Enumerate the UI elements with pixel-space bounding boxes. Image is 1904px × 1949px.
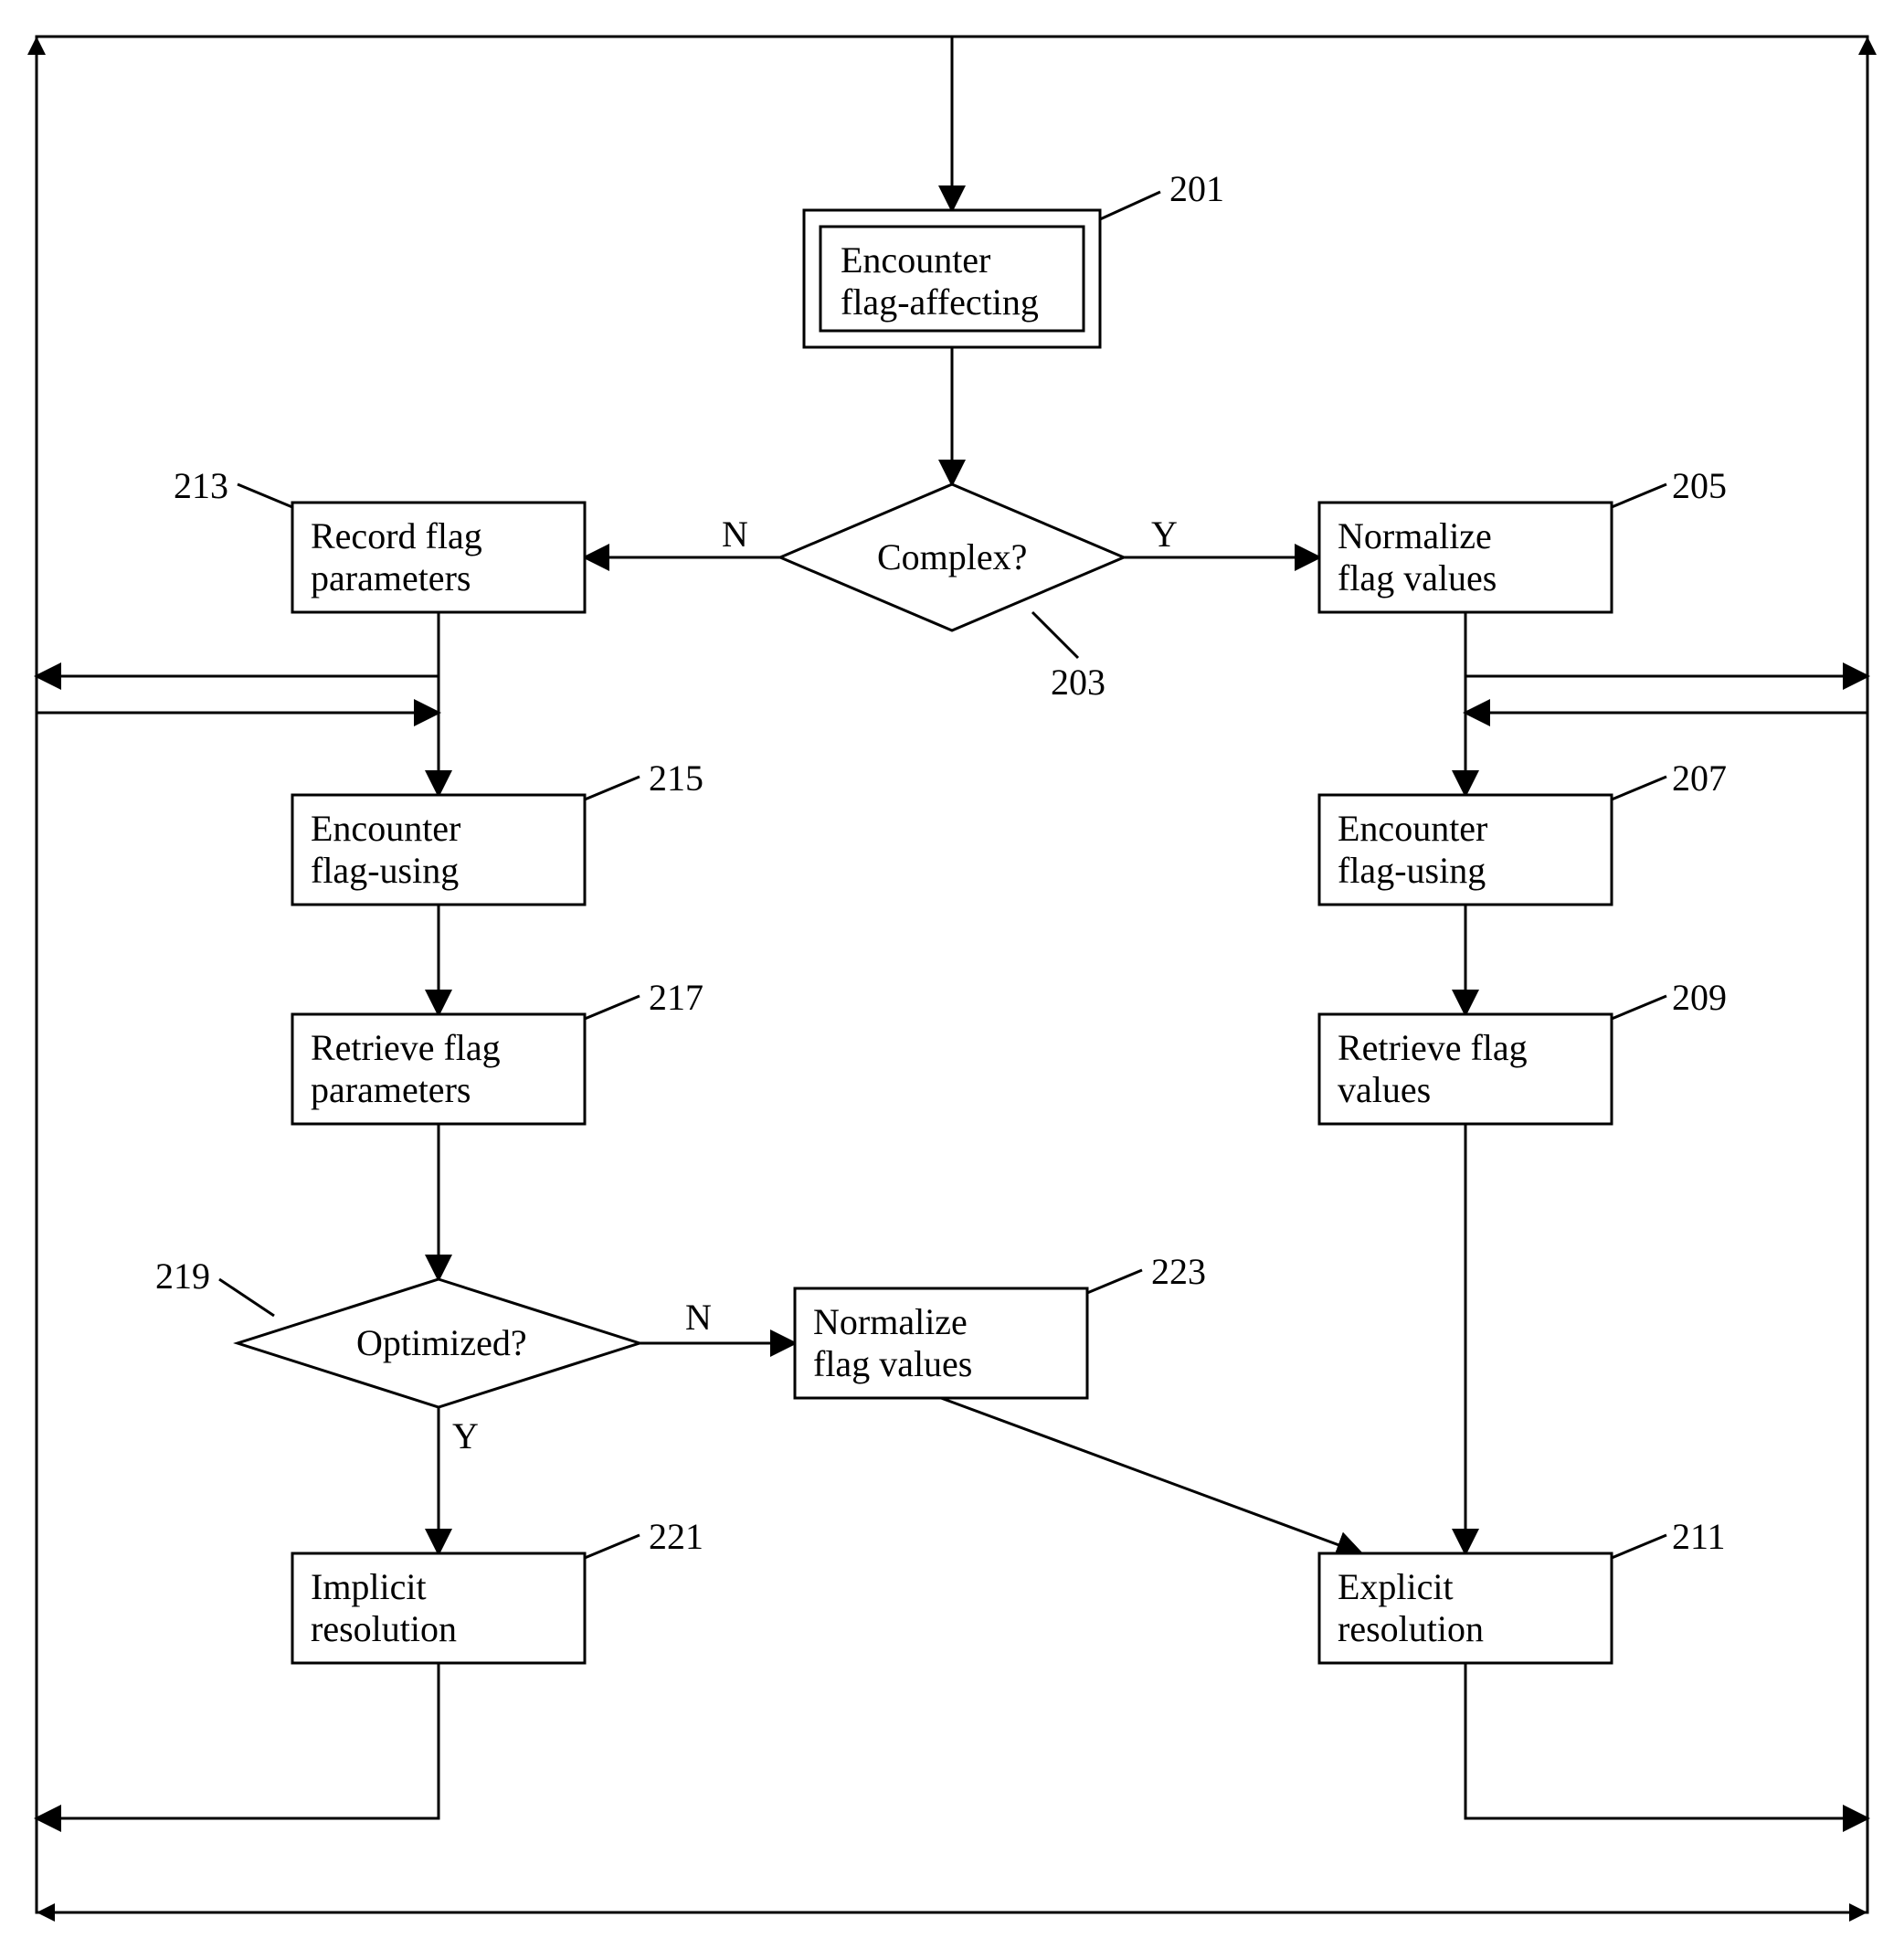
n217-label1: Retrieve flag [311, 1027, 501, 1068]
node-223: Normalize flag values 223 [795, 1251, 1206, 1398]
n201-ref: 201 [1169, 168, 1224, 209]
n215-ref: 215 [649, 757, 703, 799]
node-213: Record flag parameters 213 [174, 465, 585, 612]
n205-label2: flag values [1338, 557, 1497, 598]
n201-label2: flag-affecting [841, 281, 1039, 323]
n223-label1: Normalize [813, 1301, 968, 1342]
node-203-decision: Complex? 203 [780, 484, 1124, 703]
n203-ref: 203 [1051, 662, 1105, 703]
node-209: Retrieve flag values 209 [1319, 977, 1727, 1124]
n215-label2: flag-using [311, 850, 459, 891]
node-211: Explicit resolution 211 [1319, 1516, 1726, 1663]
n213-ref: 213 [174, 465, 228, 506]
node-205: Normalize flag values 205 [1319, 465, 1727, 612]
n211-ref: 211 [1672, 1516, 1726, 1557]
n205-ref: 205 [1672, 465, 1727, 506]
node-201: Encounter flag-affecting 201 [804, 168, 1224, 347]
n223-ref: 223 [1151, 1251, 1206, 1292]
n217-ref: 217 [649, 977, 703, 1018]
node-207: Encounter flag-using 207 [1319, 757, 1727, 905]
arrow-211-return [1465, 1663, 1867, 1818]
arrowhead-bottom-left [37, 1903, 55, 1922]
flowchart-diagram: Encounter flag-affecting 201 Complex? 20… [0, 0, 1904, 1949]
n221-label2: resolution [311, 1608, 457, 1649]
node-221: Implicit resolution 221 [292, 1516, 703, 1663]
n213-label1: Record flag [311, 515, 482, 556]
node-217: Retrieve flag parameters 217 [292, 977, 703, 1124]
n209-ref: 209 [1672, 977, 1727, 1018]
arrowhead-bottom-right [1849, 1903, 1867, 1922]
n207-label2: flag-using [1338, 850, 1486, 891]
n219-ref: 219 [155, 1255, 210, 1297]
arrow-221-return [37, 1663, 439, 1818]
node-215: Encounter flag-using 215 [292, 757, 703, 905]
n203-N: N [722, 514, 748, 555]
arrowhead-top-left [27, 37, 46, 55]
n213-label2: parameters [311, 557, 471, 598]
n207-ref: 207 [1672, 757, 1727, 799]
n201-label1: Encounter [841, 239, 990, 281]
n205-label1: Normalize [1338, 515, 1492, 556]
node-219-decision: Optimized? 219 [155, 1255, 640, 1407]
n211-label2: resolution [1338, 1608, 1484, 1649]
n207-label1: Encounter [1338, 808, 1487, 849]
n223-label2: flag values [813, 1343, 972, 1384]
n211-label1: Explicit [1338, 1566, 1454, 1607]
n203-label: Complex? [877, 536, 1027, 577]
n209-label2: values [1338, 1069, 1431, 1110]
n203-Y: Y [1151, 514, 1178, 555]
n215-label1: Encounter [311, 808, 460, 849]
n219-N: N [685, 1297, 712, 1338]
n221-ref: 221 [649, 1516, 703, 1557]
arrowhead-top-right [1858, 37, 1877, 55]
arrow-223-211 [941, 1398, 1361, 1553]
n209-label1: Retrieve flag [1338, 1027, 1528, 1068]
n219-Y: Y [452, 1415, 479, 1456]
n219-label: Optimized? [356, 1322, 527, 1363]
n217-label2: parameters [311, 1069, 471, 1110]
n221-label1: Implicit [311, 1566, 427, 1607]
